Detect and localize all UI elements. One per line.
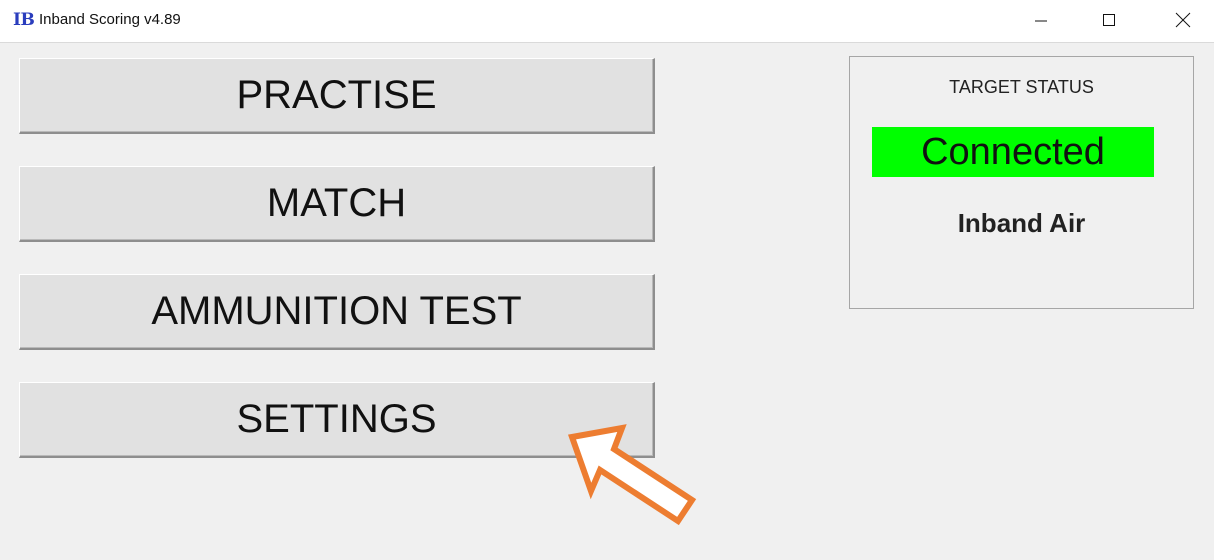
ammunition-test-button[interactable]: AMMUNITION TEST	[19, 274, 655, 350]
annotation-arrow-icon	[568, 424, 697, 526]
close-button[interactable]	[1160, 0, 1206, 40]
minimize-button[interactable]	[1018, 0, 1064, 40]
window-title: Inband Scoring v4.89	[39, 11, 181, 28]
minimize-icon	[1035, 20, 1047, 22]
title-bar[interactable]: IB Inband Scoring v4.89	[0, 0, 1214, 42]
target-status-panel: TARGET STATUS Connected Inband Air	[849, 56, 1194, 309]
target-status-heading: TARGET STATUS	[949, 77, 1094, 97]
close-icon	[1175, 12, 1191, 28]
app-logo-icon: IB	[13, 10, 35, 30]
title-bar-divider	[0, 42, 1214, 43]
app-window: IB Inband Scoring v4.89 PRACTISE MATCH A…	[0, 0, 1214, 560]
connection-status-badge: Connected	[872, 127, 1154, 177]
target-type-label: Inband Air	[957, 208, 1086, 238]
practise-button[interactable]: PRACTISE	[19, 58, 655, 134]
match-button[interactable]: MATCH	[19, 166, 655, 242]
maximize-icon	[1103, 14, 1115, 26]
maximize-button[interactable]	[1086, 0, 1132, 40]
